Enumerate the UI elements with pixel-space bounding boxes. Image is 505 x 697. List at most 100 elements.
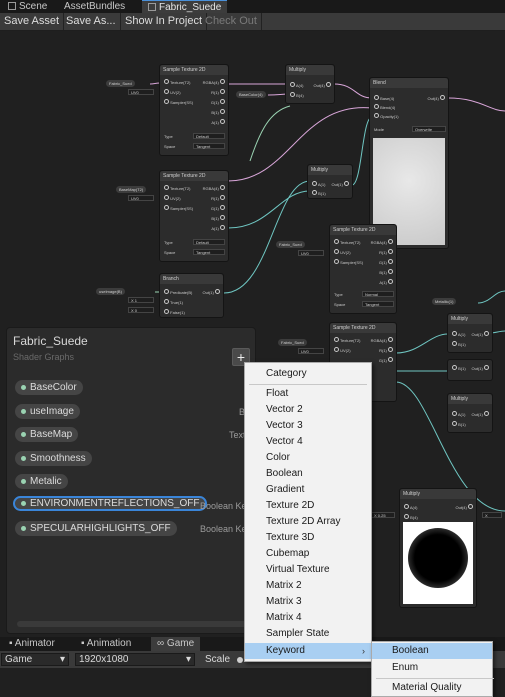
blackboard-title: Fabric_Suede — [13, 334, 88, 348]
type-dropdown[interactable]: Default — [193, 133, 225, 139]
port-label: Out(4) — [427, 96, 439, 101]
port-label: RGBA(4) — [202, 186, 219, 191]
menu-item-matrix2[interactable]: Matrix 2 — [245, 578, 371, 594]
uv-dropdown[interactable]: UV0 — [298, 348, 324, 354]
menu-item-boolean[interactable]: Boolean — [245, 466, 371, 482]
menu-item-gradient[interactable]: Gradient — [245, 482, 371, 498]
property-dot-icon — [21, 526, 26, 531]
property-specularhighlights-off[interactable]: SPECULARHIGHLIGHTS_OFF — [15, 521, 177, 536]
space-label: Space — [164, 144, 176, 149]
menu-item-matrix3[interactable]: Matrix 3 — [245, 594, 371, 610]
port-label: B(4) — [410, 515, 418, 520]
menu-item-virtual-texture[interactable]: Virtual Texture — [245, 562, 371, 578]
property-environmentreflections-off[interactable]: ENVIRONMENTREFLECTIONS_OFF — [13, 496, 208, 511]
menu-item-category[interactable]: Category — [245, 366, 371, 382]
menu-item-color[interactable]: Color — [245, 450, 371, 466]
port-label: Texture(T2) — [170, 80, 191, 85]
property-metalic[interactable]: Metalic — [15, 474, 68, 489]
menu-item-vector4[interactable]: Vector 4 — [245, 434, 371, 450]
fabric-texture-pill[interactable]: Fabric_Sued — [276, 241, 305, 248]
tab-animation[interactable]: ▪ Animation — [75, 637, 137, 651]
save-asset-button[interactable]: Save Asset — [0, 13, 65, 30]
submenu-item-enum[interactable]: Enum — [372, 660, 492, 676]
submenu-item-boolean[interactable]: Boolean — [372, 643, 492, 659]
mode-dropdown[interactable]: Overwrite — [412, 126, 446, 132]
type-dropdown[interactable]: Normal — [362, 291, 394, 297]
tab-game[interactable]: ∞ Game — [151, 637, 201, 651]
blackboard-scrollbar[interactable] — [17, 621, 247, 627]
property-useimage[interactable]: useImage — [15, 404, 80, 419]
branch-true-field[interactable]: X 1 — [128, 297, 154, 303]
menu-item-keyword[interactable]: Keyword › — [245, 643, 371, 659]
multiply-preview-node[interactable]: Multiply A(4) B(4) Out(4) — [399, 488, 477, 608]
port-label: Predicate(B) — [170, 290, 193, 295]
port-label: R(1) — [379, 250, 387, 255]
multiply-node-1[interactable]: Multiply A(4) B(4) Out(4) — [285, 64, 335, 104]
sphere-preview — [408, 528, 468, 588]
uv-dropdown[interactable]: UV0 — [128, 89, 154, 95]
port-label: RGBA(4) — [202, 80, 219, 85]
save-as-button[interactable]: Save As... — [62, 13, 121, 30]
metallic-pill[interactable]: Metallic(1) — [432, 298, 457, 305]
space-dropdown[interactable]: Tangent — [193, 249, 225, 255]
add-property-menu: Category Float Vector 2 Vector 3 Vector … — [244, 362, 372, 662]
property-basecolor[interactable]: BaseColor — [15, 380, 83, 395]
menu-item-texture2d[interactable]: Texture 2D — [245, 498, 371, 514]
menu-item-texture3d[interactable]: Texture 3D — [245, 530, 371, 546]
show-in-project-button[interactable]: Show In Project — [121, 13, 208, 30]
multiply-node-3[interactable]: Multiply A(1) B(1) Out(1) — [447, 313, 493, 353]
useimage-pill[interactable]: useImage(B) — [96, 288, 125, 295]
tab-fabric-suede[interactable]: Fabric_Suede — [142, 0, 228, 13]
resolution-dropdown[interactable]: 1920x1080 ▾ — [75, 653, 195, 666]
basemap-pill[interactable]: BaseMap(T2) — [116, 186, 147, 193]
property-dot-icon — [21, 409, 26, 414]
sample-texture-node-3[interactable]: Sample Texture 2D Texture(T2) UV(2) Samp… — [329, 224, 397, 314]
menu-item-texture2d-array[interactable]: Texture 2D Array — [245, 514, 371, 530]
menu-item-vector2[interactable]: Vector 2 — [245, 402, 371, 418]
fabric-texture-pill[interactable]: Fabric_Sued — [278, 339, 307, 346]
type-label: Type — [334, 292, 343, 297]
port-label: G(1) — [210, 100, 219, 105]
multiply-node-5[interactable]: Multiply A(1) B(1) Out(1) — [447, 393, 493, 433]
branch-node[interactable]: Branch Predicate(B) True(1) False(1) Out… — [159, 273, 224, 318]
branch-false-field[interactable]: X 0 — [128, 307, 154, 313]
menu-item-matrix4[interactable]: Matrix 4 — [245, 610, 371, 626]
tab-animator[interactable]: ▪ Animator — [3, 637, 61, 651]
type-dropdown[interactable]: Default — [193, 239, 225, 245]
property-basemap[interactable]: BaseMap — [15, 427, 79, 442]
property-dot-icon — [21, 456, 26, 461]
check-out-button[interactable]: Check Out — [201, 13, 262, 30]
uv-dropdown[interactable]: UV0 — [128, 195, 154, 201]
scale-slider-handle[interactable] — [237, 657, 243, 663]
property-dot-icon — [21, 501, 26, 506]
multiply-preview — [403, 522, 473, 604]
menu-separator — [249, 384, 367, 385]
submenu-item-material-quality[interactable]: Material Quality — [372, 680, 492, 696]
space-dropdown[interactable]: Tangent — [362, 301, 394, 307]
display-dropdown[interactable]: Game ▾ — [1, 653, 69, 666]
menu-item-cubemap[interactable]: Cubemap — [245, 546, 371, 562]
uv-dropdown[interactable]: UV0 — [298, 250, 324, 256]
space-dropdown[interactable]: Tangent — [193, 143, 225, 149]
port-label: Sampler(SS) — [170, 206, 194, 211]
port-label: B(1) — [379, 270, 387, 275]
property-smoothness[interactable]: Smoothness — [15, 451, 92, 466]
menu-item-float[interactable]: Float — [245, 386, 371, 402]
keyword-submenu: Boolean Enum Material Quality — [371, 641, 494, 697]
menu-item-sampler-state[interactable]: Sampler State — [245, 626, 371, 642]
multiply-out-field[interactable]: X — [482, 512, 502, 518]
tab-assetbundles[interactable]: AssetBundles — [58, 0, 131, 13]
basecolor-pill[interactable]: BaseColor(4) — [236, 91, 266, 98]
menu-item-vector3[interactable]: Vector 3 — [245, 418, 371, 434]
property-dot-icon — [21, 432, 26, 437]
sample-texture-node-2[interactable]: Sample Texture 2D Texture(T2) UV(2) Samp… — [159, 170, 229, 262]
port-label: UV(2) — [340, 250, 351, 255]
sample-texture-node-1[interactable]: Sample Texture 2D Texture(T2) UV(2) Samp… — [159, 64, 229, 156]
multiply-node-4[interactable]: B(1) Out(1) — [447, 359, 493, 381]
port-label: RGBA(4) — [370, 338, 387, 343]
port-label: Base(4) — [380, 96, 395, 101]
fabric-texture-pill[interactable]: Fabric_Sued — [106, 80, 135, 87]
multiply-b-field[interactable]: X 0.25 — [371, 512, 395, 518]
tab-scene[interactable]: Scene — [2, 0, 53, 13]
multiply-node-2[interactable]: Multiply A(1) B(1) Out(1) — [307, 164, 353, 199]
